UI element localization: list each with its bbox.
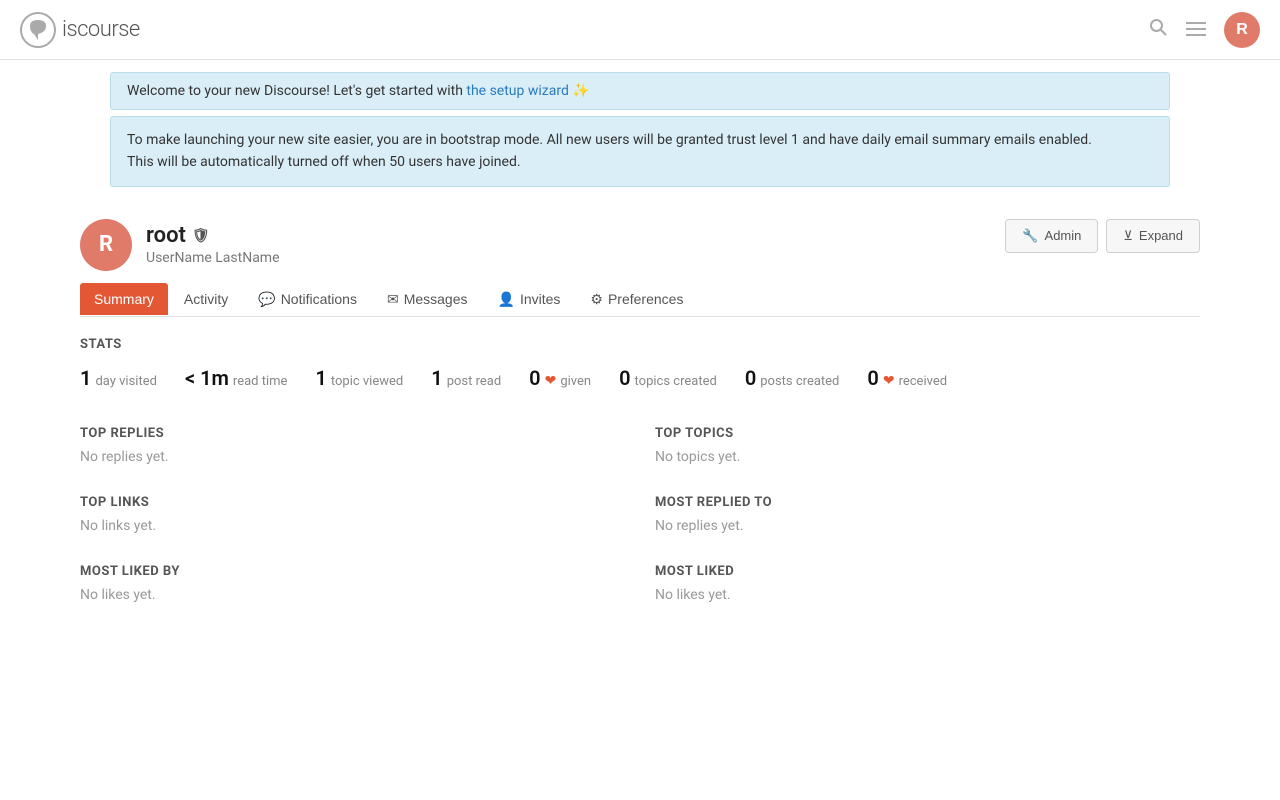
tab-notifications-label: Notifications <box>281 291 357 307</box>
top-links-title: TOP LINKS <box>80 495 625 510</box>
top-replies-section: TOP REPLIES No replies yet. <box>80 426 625 465</box>
gear-icon: ⚙ <box>590 291 603 308</box>
most-replied-to-title: MOST REPLIED TO <box>655 495 1200 510</box>
stat-read-time-label: read time <box>233 374 288 389</box>
stat-topic-viewed-label: topic viewed <box>331 374 403 389</box>
top-links-section: TOP LINKS No links yet. <box>80 495 625 534</box>
top-topics-title: TOP TOPICS <box>655 426 1200 441</box>
most-liked-by-title: MOST LIKED BY <box>80 564 625 579</box>
setup-wizard-link[interactable]: the setup wizard <box>466 83 568 99</box>
tab-activity-label: Activity <box>184 291 228 307</box>
top-links-empty: No links yet. <box>80 518 625 534</box>
tab-summary-label: Summary <box>94 291 154 307</box>
admin-button[interactable]: 🔧 Admin <box>1005 219 1098 253</box>
heart-given-icon: ❤ <box>545 373 557 389</box>
tab-preferences-label: Preferences <box>608 291 683 307</box>
stat-likes-received: 0 ❤ received <box>867 366 947 390</box>
stat-post-read-label: post read <box>447 374 501 389</box>
logo[interactable]: iscourse <box>20 12 140 48</box>
tab-notifications[interactable]: 💬 Notifications <box>244 283 371 316</box>
hamburger-menu-icon[interactable] <box>1186 18 1206 42</box>
stat-posts-created-value: 0 <box>745 366 756 390</box>
profile-tabs: Summary Activity 💬 Notifications ✉ Messa… <box>80 283 1200 317</box>
stats-row: 1 day visited < 1m read time 1 topic vie… <box>80 366 1200 396</box>
stat-day-visited: 1 day visited <box>80 366 157 390</box>
stat-read-time-value: < 1m <box>185 366 229 390</box>
bootstrap-mode-banner: To make launching your new site easier, … <box>110 116 1170 187</box>
profile-actions: 🔧 Admin ⊻ Expand <box>1005 219 1200 253</box>
setup-wizard-banner: Welcome to your new Discourse! Let's get… <box>110 72 1170 110</box>
most-liked-by-empty: No likes yet. <box>80 587 625 603</box>
stat-day-visited-label: day visited <box>95 374 157 389</box>
profile-info: R root 🛡 UserName LastName <box>80 219 280 271</box>
admin-button-label: Admin <box>1045 228 1082 243</box>
tab-invites[interactable]: 👤 Invites <box>484 283 575 316</box>
stat-read-time: < 1m read time <box>185 366 287 390</box>
stat-post-read-value: 1 <box>431 366 442 390</box>
profile-username: UserName LastName <box>146 250 280 266</box>
setup-banner-text: Welcome to your new Discourse! Let's get… <box>127 83 466 99</box>
top-sections-row-3: MOST LIKED BY No likes yet. MOST LIKED N… <box>80 564 1200 603</box>
expand-button[interactable]: ⊻ Expand <box>1106 219 1200 253</box>
stat-likes-received-label: received <box>899 374 947 389</box>
most-liked-by-section: MOST LIKED BY No likes yet. <box>80 564 625 603</box>
add-user-icon: 👤 <box>498 291 515 308</box>
logo-text: iscourse <box>62 17 140 42</box>
stat-likes-given-value: 0 <box>529 366 540 390</box>
top-topics-empty: No topics yet. <box>655 449 1200 465</box>
bootstrap-banner-text: To make launching your new site easier, … <box>127 132 1092 170</box>
stat-topics-created-label: topics created <box>635 374 717 389</box>
most-liked-title: MOST LIKED <box>655 564 1200 579</box>
stat-likes-received-value: 0 <box>867 366 878 390</box>
stat-topic-viewed: 1 topic viewed <box>315 366 403 390</box>
most-replied-to-section: MOST REPLIED TO No replies yet. <box>655 495 1200 534</box>
top-sections-row-2: TOP LINKS No links yet. MOST REPLIED TO … <box>80 495 1200 534</box>
profile-name-area: root 🛡 UserName LastName <box>146 223 280 266</box>
wrench-icon: 🔧 <box>1022 228 1038 244</box>
stat-likes-given: 0 ❤ given <box>529 366 591 390</box>
stat-topics-created: 0 topics created <box>619 366 717 390</box>
most-replied-to-empty: No replies yet. <box>655 518 1200 534</box>
tab-messages-label: Messages <box>404 291 468 307</box>
heart-received-icon: ❤ <box>883 373 895 389</box>
tab-summary[interactable]: Summary <box>80 283 168 315</box>
envelope-icon: ✉ <box>387 291 399 308</box>
site-header: iscourse R <box>0 0 1280 60</box>
discourse-logo-icon <box>20 12 56 48</box>
tab-messages[interactable]: ✉ Messages <box>373 283 482 316</box>
stats-title: STATS <box>80 337 1200 352</box>
expand-icon: ⊻ <box>1123 228 1133 244</box>
stat-post-read: 1 post read <box>431 366 501 390</box>
notifications-bubble-icon: 💬 <box>258 291 275 308</box>
header-actions: R <box>1148 12 1260 48</box>
top-sections-row-1: TOP REPLIES No replies yet. TOP TOPICS N… <box>80 426 1200 465</box>
stat-likes-given-label: given <box>560 374 591 389</box>
stat-posts-created: 0 posts created <box>745 366 840 390</box>
stat-topics-created-value: 0 <box>619 366 630 390</box>
user-avatar-button[interactable]: R <box>1224 12 1260 48</box>
stat-topic-viewed-value: 1 <box>315 366 326 390</box>
profile-header: R root 🛡 UserName LastName 🔧 Admin ⊻ Exp… <box>80 203 1200 283</box>
top-replies-title: TOP REPLIES <box>80 426 625 441</box>
stats-section: STATS 1 day visited < 1m read time 1 top… <box>80 337 1200 396</box>
tab-preferences[interactable]: ⚙ Preferences <box>576 283 697 316</box>
top-replies-empty: No replies yet. <box>80 449 625 465</box>
stat-posts-created-label: posts created <box>760 374 839 389</box>
profile-display-name: root <box>146 223 186 248</box>
most-liked-empty: No likes yet. <box>655 587 1200 603</box>
tab-activity[interactable]: Activity <box>170 283 242 315</box>
top-topics-section: TOP TOPICS No topics yet. <box>655 426 1200 465</box>
profile-name-row: root 🛡 <box>146 223 280 248</box>
most-liked-section: MOST LIKED No likes yet. <box>655 564 1200 603</box>
setup-emoji: ✨ <box>572 83 589 99</box>
stat-day-visited-value: 1 <box>80 366 91 390</box>
tab-invites-label: Invites <box>520 291 560 307</box>
expand-button-label: Expand <box>1139 228 1183 243</box>
profile-avatar: R <box>80 219 132 271</box>
admin-shield-icon: 🛡 <box>192 228 210 244</box>
search-icon[interactable] <box>1148 17 1168 42</box>
